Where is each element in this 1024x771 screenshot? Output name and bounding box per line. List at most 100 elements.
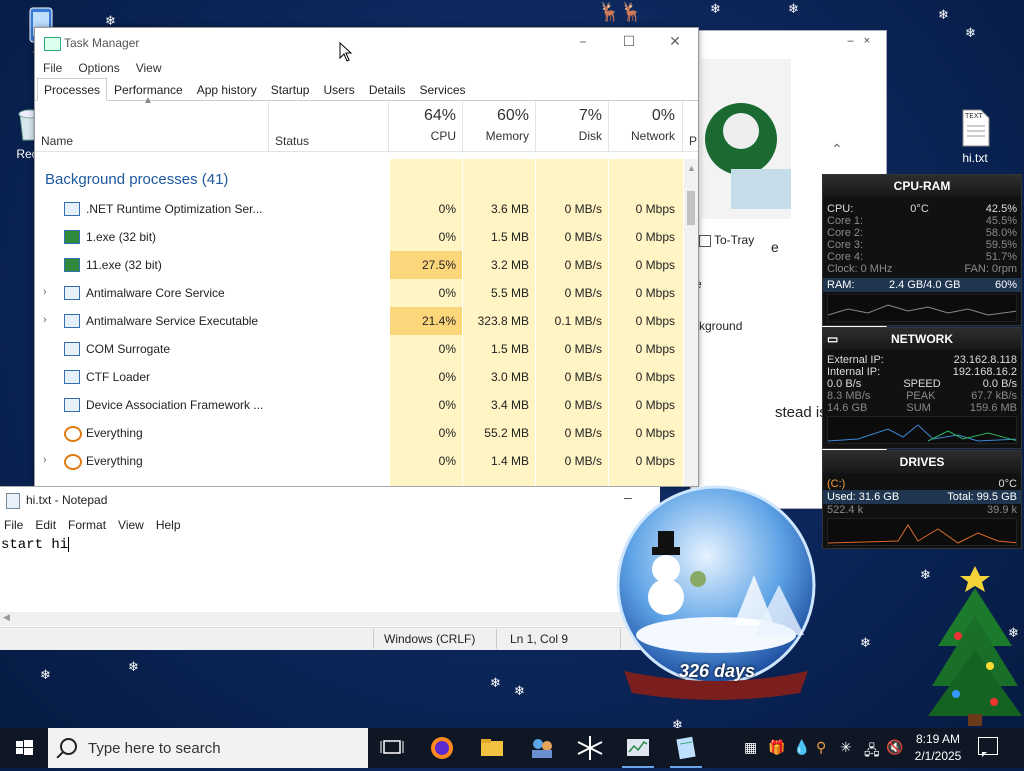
process-cpu: 0% <box>438 286 456 300</box>
process-row[interactable]: 11.exe (32 bit) 27.5% 3.2 MB 0 MB/s 0 Mbps <box>35 251 698 279</box>
external-ip-label: External IP: <box>827 354 884 366</box>
cpu-label: CPU: <box>827 203 854 215</box>
network-gadget[interactable]: ▭ NETWORK External IP: 23.162.8.118 Intern… <box>822 327 1022 449</box>
network-icon[interactable]: 🖧 <box>864 740 880 764</box>
notepad-taskbar-icon[interactable] <box>666 732 706 768</box>
snowflake-icon: ❄ <box>938 8 949 23</box>
task-manager-icon <box>44 37 61 51</box>
service-icon <box>64 342 80 356</box>
dialog-text-instead: stead is <box>775 404 827 421</box>
firefox-taskbar-icon[interactable] <box>422 732 462 764</box>
process-row[interactable]: Everything 0% 55.2 MB 0 MB/s 0 Mbps <box>35 419 698 447</box>
process-row[interactable]: › Everything 0% 1.4 MB 0 MB/s 0 Mbps <box>35 447 698 475</box>
notepad-text-area[interactable]: start hi <box>0 535 660 610</box>
tray-gift-icon[interactable]: 🎁 <box>768 740 785 756</box>
chevron-right-icon[interactable]: › <box>43 314 47 326</box>
process-list-scrollbar[interactable]: ▲ <box>684 159 698 486</box>
chevron-right-icon[interactable]: › <box>43 454 47 466</box>
notepad-menu-format[interactable]: Format <box>64 518 114 532</box>
countdown-days: 326 days <box>678 661 756 681</box>
process-net: 0 Mbps <box>635 342 675 356</box>
snowflake-icon: ❄ <box>710 2 721 17</box>
menu-options[interactable]: Options <box>70 61 127 75</box>
process-row[interactable]: CTF Loader 0% 3.0 MB 0 MB/s 0 Mbps <box>35 363 698 391</box>
tab-startup[interactable]: Startup <box>264 78 317 100</box>
start-button[interactable] <box>0 728 48 768</box>
tab-services[interactable]: Services <box>413 78 473 100</box>
snow-globe-gadget[interactable]: 326 days <box>614 485 820 705</box>
tray-app-icon[interactable]: ▦ <box>744 740 757 756</box>
column-disk[interactable]: 7% Disk <box>536 107 602 143</box>
close-button[interactable]: ✕ <box>652 28 698 58</box>
to-tray-button[interactable]: To-Tray <box>699 233 754 247</box>
tray-snowflake-icon[interactable]: ✳ <box>840 740 852 756</box>
tab-processes[interactable]: Processes <box>37 78 108 101</box>
column-power[interactable]: P <box>689 134 697 148</box>
process-row[interactable]: › Antimalware Core Service 0% 5.5 MB 0 MB/s 0… <box>35 279 698 307</box>
desktop-icon-hi-txt[interactable]: TEXT hi.txt <box>945 108 1005 165</box>
file-explorer-taskbar-icon[interactable] <box>472 732 512 764</box>
taskbar: Type here to search ▦ 🎁 💧 ⚲ ✳ 🖧 🔇 8:19 A… <box>0 728 1024 768</box>
menu-view[interactable]: View <box>128 61 170 75</box>
column-network[interactable]: 0% Network <box>609 107 675 143</box>
group-background-processes[interactable]: Background processes (41) <box>45 171 228 188</box>
task-view-button[interactable] <box>372 732 412 764</box>
dialog-window-buttons[interactable]: –× <box>847 35 880 47</box>
column-cpu[interactable]: 64% CPU <box>390 107 456 143</box>
taskbar-search-box[interactable]: Type here to search <box>48 728 368 768</box>
snowflake-app-taskbar-icon[interactable] <box>570 732 610 764</box>
tray-search-everything-icon[interactable]: ⚲ <box>816 740 826 756</box>
process-row[interactable]: .NET Runtime Optimization Ser... 0% 3.6 MB… <box>35 195 698 223</box>
volume-muted-icon[interactable]: 🔇 <box>886 740 903 756</box>
column-name[interactable]: Name <box>41 134 73 148</box>
tab-details[interactable]: Details <box>362 78 413 100</box>
process-cpu: 0% <box>438 398 456 412</box>
cpu-ram-gadget[interactable]: CPU-RAM CPU: 0°C 42.5% Core 1: 45.5% Core 2… <box>822 174 1022 326</box>
clock-date: 2/1/2025 <box>914 749 962 763</box>
process-cpu: 0% <box>438 342 456 356</box>
task-manager-taskbar-icon[interactable] <box>618 732 658 768</box>
scroll-thumb[interactable] <box>687 191 695 225</box>
chevron-right-icon[interactable]: › <box>43 286 47 298</box>
tray-drop-icon[interactable]: 💧 <box>793 740 810 756</box>
process-net: 0 Mbps <box>635 286 675 300</box>
process-name: Device Association Framework ... <box>86 398 264 412</box>
process-row[interactable]: › Antimalware Service Executable 21.4% 323.… <box>35 307 698 335</box>
task-manager-titlebar[interactable]: Task Manager – ☐ ✕ <box>35 28 698 58</box>
core-label: Core 4: <box>827 251 864 263</box>
notification-center-icon[interactable] <box>978 737 998 757</box>
tab-app-history[interactable]: App history <box>190 78 264 100</box>
dialog-scroll-up[interactable]: ⌃ <box>831 141 843 158</box>
process-mem: 5.5 MB <box>490 286 529 300</box>
drives-gadget[interactable]: DRIVES (C:) 0°C Used: 31.6 GB Total: 99.5 … <box>822 450 1022 549</box>
notepad-menu-help[interactable]: Help <box>152 518 189 532</box>
notepad-menu-edit[interactable]: Edit <box>31 518 64 532</box>
process-row[interactable]: COM Surrogate 0% 1.5 MB 0 MB/s 0 Mbps <box>35 335 698 363</box>
scroll-up-icon[interactable]: ▲ <box>687 163 696 173</box>
minimize-button[interactable]: – <box>560 28 606 58</box>
notepad-menu-view[interactable]: View <box>114 518 152 532</box>
process-row[interactable]: Device Association Framework ... 0% 3.4 MB… <box>35 391 698 419</box>
menu-file[interactable]: File <box>35 61 70 75</box>
magnifier-icon <box>64 454 82 470</box>
maximize-button[interactable]: ☐ <box>606 28 652 58</box>
tab-users[interactable]: Users <box>316 78 361 100</box>
notepad-horizontal-scrollbar[interactable]: ◀ <box>0 612 660 626</box>
scroll-left-icon[interactable]: ◀ <box>3 612 10 623</box>
taskbar-clock[interactable]: 8:19 AM 2/1/2025 <box>906 731 970 765</box>
process-cpu: 21.4% <box>421 314 456 328</box>
process-mem: 3.4 MB <box>490 398 529 412</box>
drive-letter: (C:) <box>827 478 846 490</box>
process-cpu: 0% <box>438 202 456 216</box>
process-row[interactable]: 1.exe (32 bit) 0% 1.5 MB 0 MB/s 0 Mbps <box>35 223 698 251</box>
process-net: 0 Mbps <box>635 202 675 216</box>
column-status[interactable]: Status <box>275 134 309 148</box>
tree-exe-icon <box>64 258 80 272</box>
people-app-taskbar-icon[interactable] <box>522 732 562 764</box>
notepad-menu-file[interactable]: File <box>0 518 31 532</box>
task-manager-window[interactable]: Task Manager – ☐ ✕ File Options View Pro… <box>34 27 699 487</box>
column-memory[interactable]: 60% Memory <box>463 107 529 143</box>
snowflake-icon: ❄ <box>788 2 799 17</box>
service-icon <box>64 398 80 412</box>
notepad-window[interactable]: hi.txt - Notepad – File Edit Format View… <box>0 486 660 650</box>
